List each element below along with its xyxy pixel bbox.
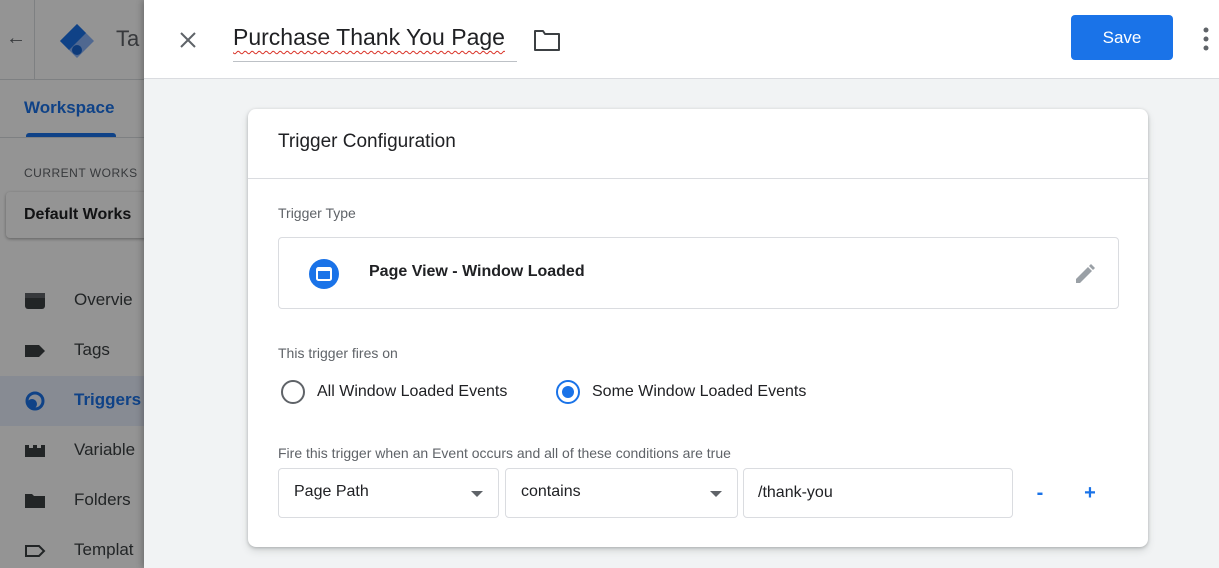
sheet-header: Purchase Thank You Page Save — [144, 0, 1219, 79]
close-button[interactable] — [172, 24, 204, 56]
trigger-name: Purchase Thank You Page — [233, 24, 505, 50]
condition-operator-value: contains — [521, 483, 581, 500]
folder-icon[interactable] — [532, 26, 562, 54]
radio-checked-icon — [556, 380, 580, 404]
card-title: Trigger Configuration — [278, 131, 456, 152]
trigger-type-value: Page View - Window Loaded — [369, 263, 585, 280]
add-condition-button[interactable]: + — [1074, 477, 1106, 509]
fires-on-label: This trigger fires on — [278, 345, 398, 361]
trigger-editor-sheet: Purchase Thank You Page Save Trigger Con… — [144, 0, 1219, 568]
condition-value-input[interactable] — [743, 468, 1013, 518]
radio-unchecked-icon — [281, 380, 305, 404]
remove-condition-button[interactable]: - — [1024, 477, 1056, 509]
trigger-type-label: Trigger Type — [278, 205, 356, 221]
edit-pencil-icon[interactable] — [1073, 262, 1097, 286]
radio-label: Some Window Loaded Events — [592, 383, 807, 400]
more-vert-icon[interactable] — [1198, 24, 1214, 54]
dropdown-arrow-icon — [710, 491, 722, 497]
condition-operator-select[interactable]: contains — [505, 468, 738, 518]
trigger-configuration-card: Trigger Configuration Trigger Type Page … — [248, 109, 1148, 547]
save-button[interactable]: Save — [1071, 15, 1173, 60]
radio-all-window-loaded[interactable]: All Window Loaded Events — [281, 377, 507, 407]
trigger-type-selector[interactable]: Page View - Window Loaded — [278, 237, 1119, 309]
trigger-name-field[interactable]: Purchase Thank You Page — [233, 22, 517, 62]
condition-variable-select[interactable]: Page Path — [278, 468, 499, 518]
condition-description: Fire this trigger when an Event occurs a… — [278, 445, 731, 461]
radio-some-window-loaded[interactable]: Some Window Loaded Events — [556, 377, 806, 407]
close-icon — [180, 32, 196, 48]
radio-label: All Window Loaded Events — [317, 383, 508, 400]
dropdown-arrow-icon — [471, 491, 483, 497]
condition-variable-value: Page Path — [294, 483, 369, 500]
card-divider — [248, 178, 1148, 179]
page-view-icon — [309, 259, 339, 289]
